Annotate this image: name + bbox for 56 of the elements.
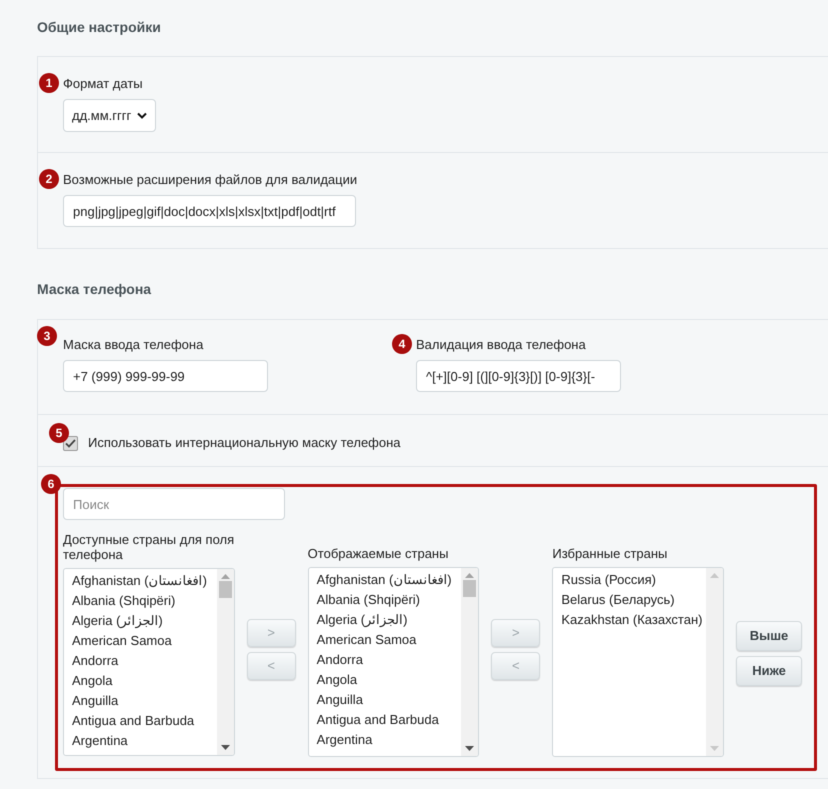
list-option[interactable]: Angola [316,670,460,690]
list-option[interactable]: Andorra [72,651,216,671]
list-option[interactable]: Anguilla [72,691,216,711]
list-label: Доступные страны для поля телефона [63,532,235,562]
list-option[interactable]: Antigua and Barbuda [316,710,460,730]
move-up-button[interactable]: Выше [736,621,802,651]
list-label: Отображаемые страны [308,546,450,561]
list-option[interactable]: Andorra [316,650,460,670]
list-option[interactable]: Russia (Россия) [561,570,706,590]
step-number-badge: 4 [392,334,412,354]
scroll-up-arrow-icon[interactable] [710,573,720,578]
country-listbox[interactable]: Russia (Россия) Belarus (Беларусь) Kazakhstan (Казахстан) [552,567,724,757]
list-option[interactable]: Afghanistan (افغانستان) [72,571,216,591]
field-label: Валидация ввода телефона [416,336,586,353]
scrollbar[interactable] [216,569,234,755]
field-label: Формат даты [63,75,143,92]
text-input-field[interactable]: png|jpg|jpeg|gif|doc|docx|xls|xlsx|txt|pdf|odt|rtf [63,195,356,227]
list-option[interactable]: American Samoa [72,631,216,651]
scrollbar-thumb[interactable] [218,581,232,598]
step-number-badge: 2 [39,169,59,189]
step-number-badge: 6 [41,474,61,494]
section-heading: Общие настройки [37,18,162,37]
search-field[interactable]: Поиск [63,488,285,520]
scroll-up-arrow-icon[interactable] [220,574,230,579]
list-option[interactable]: Argentina [72,731,216,751]
checkbox-label: Использовать интернациональную маску телефона [88,434,401,452]
scroll-up-arrow-icon[interactable] [465,573,474,578]
field-label: Маска ввода телефона [63,336,204,353]
scrollbar[interactable] [461,568,478,756]
list-option[interactable]: American Samoa [316,630,460,650]
section-heading: Маска телефона [37,280,152,299]
list-option[interactable]: Albania (Shqipëri) [316,590,460,610]
step-number-badge: 5 [49,423,69,443]
list-option[interactable]: Belarus (Беларусь) [561,590,706,610]
list-option[interactable]: Albania (Shqipëri) [72,591,216,611]
list-option[interactable]: Algeria (الجزائر) [316,610,460,630]
field-label: Возможные расширения файлов для валидации [63,171,358,188]
list-option[interactable]: Anguilla [316,690,460,710]
step-number-badge: 3 [37,326,57,346]
list-option[interactable]: Afghanistan (افغانستان) [316,570,460,590]
move-down-button[interactable]: Ниже [736,656,802,686]
text-input-field[interactable]: ^[+][0-9] [(][0-9]{3}[)] [0-9]{3}[- [416,360,621,392]
date-format-dropdown[interactable]: дд.мм.гггг [63,99,156,132]
scroll-down-arrow-icon[interactable] [220,745,230,750]
step-number-badge: 1 [39,73,59,93]
text-input-field[interactable]: +7 (999) 999-99-99 [63,360,268,392]
list-option[interactable]: Argentina [316,730,460,750]
list-option[interactable]: Kazakhstan (Казахстан) [561,610,706,630]
scrollbar[interactable] [706,568,724,756]
list-label: Избранные страны [552,546,668,561]
chevron-down-icon [137,112,147,119]
list-option[interactable]: Algeria (الجزائر) [72,611,216,631]
list-option[interactable]: Angola [72,671,216,691]
list-option[interactable]: Antigua and Barbuda [72,711,216,731]
scrollbar-thumb[interactable] [463,580,476,597]
scroll-down-arrow-icon[interactable] [465,746,474,751]
